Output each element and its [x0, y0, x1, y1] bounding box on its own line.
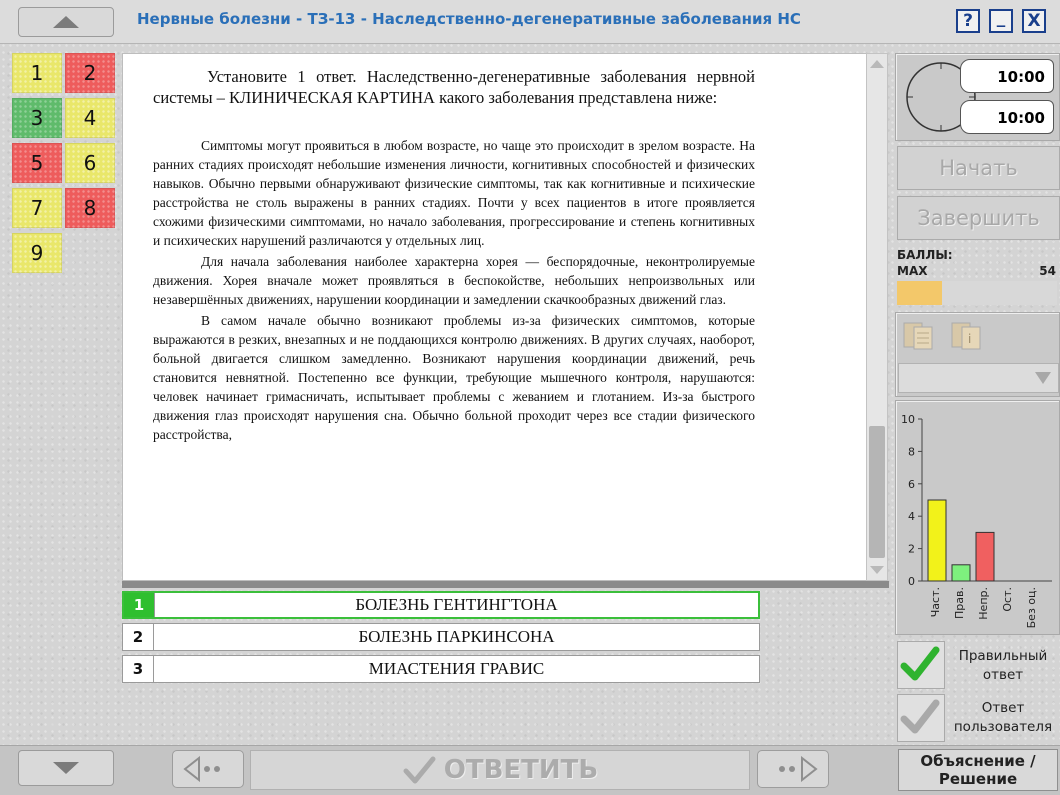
question-intro: Установите 1 ответ. Наследственно-дегене… — [153, 67, 755, 107]
chart-x-tick-label: Без оц. — [1025, 587, 1038, 628]
answer-button-label: ОТВЕТИТЬ — [443, 755, 599, 785]
chart-y-tick-label: 6 — [908, 478, 915, 491]
checkmark-green-icon — [900, 646, 940, 681]
score-label: БАЛЛЫ: — [897, 248, 953, 262]
chart-bar — [927, 499, 947, 582]
score-panel: БАЛЛЫ: MAX 54 — [897, 248, 1060, 308]
timer-panel: 10:00 10:00 — [895, 53, 1060, 141]
scroll-up-icon[interactable] — [867, 58, 887, 70]
checkmark-gray-icon — [900, 699, 940, 734]
question-paragraph: В самом начале обычно возникают проблемы… — [153, 313, 755, 442]
chart-y-tick-label: 2 — [908, 543, 915, 556]
chart-x-tick-label: Част. — [929, 587, 942, 617]
timer-remaining: 10:00 — [960, 59, 1054, 93]
tools-panel: i — [895, 312, 1060, 397]
answer-number: 2 — [123, 624, 154, 650]
answer-option[interactable]: 2 БОЛЕЗНЬ ПАРКИНСОНА — [122, 623, 760, 651]
score-progress — [897, 281, 1057, 305]
svg-text:i: i — [968, 332, 971, 346]
start-button[interactable]: Начать — [897, 146, 1060, 190]
next-button[interactable] — [757, 750, 829, 788]
question-cell-8[interactable]: 8 — [65, 188, 115, 228]
correct-answer-button[interactable] — [897, 641, 945, 689]
previous-button[interactable] — [172, 750, 244, 788]
chart-x-tick-label: Прав. — [953, 587, 966, 619]
scroll-up-button[interactable] — [18, 7, 114, 37]
question-cell-5[interactable]: 5 — [12, 143, 62, 183]
help-button[interactable]: ? — [956, 9, 980, 33]
answer-option[interactable]: 3 МИАСТЕНИЯ ГРАВИС — [122, 655, 760, 683]
score-max-label: MAX — [897, 264, 928, 278]
arrow-left-icon — [183, 756, 220, 782]
answer-button[interactable]: ОТВЕТИТЬ — [250, 750, 750, 790]
answer-text: МИАСТЕНИЯ ГРАВИС — [368, 659, 545, 678]
question-paragraph: Симптомы могут проявиться в любом возрас… — [153, 138, 755, 248]
content-splitter[interactable] — [122, 581, 889, 588]
legend-panel: Правильный ответ Ответ пользователя — [895, 639, 1060, 745]
answer-option[interactable]: 1 БОЛЕЗНЬ ГЕНТИНГТОНА — [122, 591, 760, 619]
chart-y-tick-label: 8 — [908, 445, 915, 458]
info-icon[interactable]: i — [950, 321, 984, 351]
chart-x-tick-label: Ост. — [1001, 587, 1014, 612]
chart-bar — [951, 564, 971, 582]
stats-chart-panel: 0 2 4 6 8 10 Част. Прав. Непр. Ост. Без оц. — [895, 400, 1060, 635]
checkmark-icon — [403, 756, 436, 784]
answer-number: 3 — [123, 656, 154, 682]
arrow-right-icon — [779, 756, 818, 782]
close-button[interactable]: X — [1022, 9, 1046, 33]
score-progress-fill — [897, 281, 942, 305]
chart-bar — [975, 531, 995, 582]
question-cell-4[interactable]: 4 — [65, 98, 115, 138]
question-cell-2[interactable]: 2 — [65, 53, 115, 93]
finish-button[interactable]: Завершить — [897, 196, 1060, 240]
user-answer-button[interactable] — [897, 694, 945, 742]
chart-y-tick-label: 4 — [908, 510, 915, 523]
chart-y-tick-label: 0 — [908, 575, 915, 588]
minimize-button[interactable]: _ — [989, 9, 1013, 33]
chart-y-tick-label: 10 — [901, 413, 915, 426]
scroll-down-icon[interactable] — [867, 564, 887, 576]
chart-x-tick-label: Непр. — [977, 587, 990, 620]
answer-text: БОЛЕЗНЬ ГЕНТИНГТОНА — [355, 595, 558, 614]
arrow-up-icon — [53, 16, 79, 28]
timer-total: 10:00 — [960, 100, 1054, 134]
correct-answer-label: Правильный ответ — [958, 648, 1048, 683]
filter-dropdown[interactable] — [898, 363, 1059, 393]
question-cell-9[interactable]: 9 — [12, 233, 62, 273]
question-cell-7[interactable]: 7 — [12, 188, 62, 228]
question-cell-6[interactable]: 6 — [65, 143, 115, 183]
question-content: Установите 1 ответ. Наследственно-дегене… — [122, 53, 867, 581]
notes-icon[interactable] — [902, 321, 936, 351]
explanation-button[interactable]: Объяснение / Решение — [898, 749, 1058, 791]
window-title: Нервные болезни - ТЗ-13 - Наследственно-… — [137, 10, 801, 28]
question-cell-1[interactable]: 1 — [12, 53, 62, 93]
scroll-down-button[interactable] — [18, 750, 114, 786]
question-cell-3[interactable]: 3 — [12, 98, 62, 138]
content-scrollbar[interactable] — [866, 53, 888, 581]
scrollbar-thumb[interactable] — [869, 426, 885, 558]
answer-text: БОЛЕЗНЬ ПАРКИНСОНА — [358, 627, 555, 646]
answer-number: 1 — [124, 593, 155, 617]
chevron-down-icon[interactable] — [1034, 371, 1052, 385]
user-answer-label: Ответ пользователя — [953, 700, 1053, 735]
answer-stats-chart: 0 2 4 6 8 10 Част. Прав. Непр. Ост. Без оц. — [901, 413, 1052, 628]
score-max-value: 54 — [1039, 264, 1056, 278]
question-paragraph: Для начала заболевания наиболее характер… — [153, 254, 755, 307]
arrow-down-icon — [53, 762, 79, 774]
